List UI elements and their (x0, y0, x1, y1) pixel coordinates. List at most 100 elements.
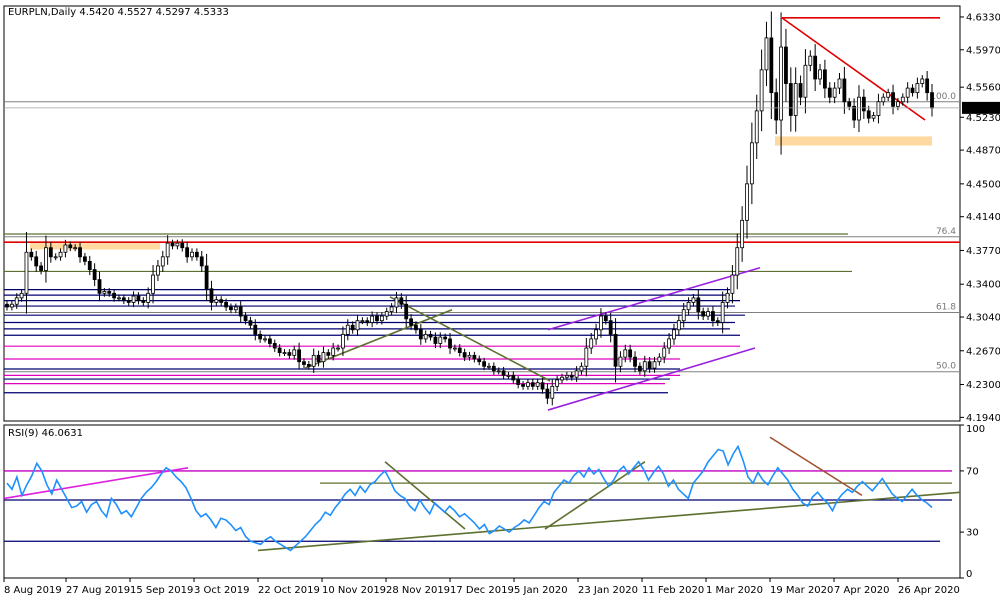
symbol-label: EURPLN,Daily (8, 7, 79, 18)
x-axis-label: 3 Oct 2019 (194, 585, 249, 596)
candle-body (292, 349, 297, 356)
candle-body (345, 324, 350, 335)
candle-body (886, 92, 891, 98)
candle-body (642, 361, 647, 372)
candle-body (608, 320, 613, 335)
candle-body (302, 361, 306, 365)
candle-body (701, 311, 706, 317)
candle-body (443, 336, 448, 340)
candle-body (896, 101, 900, 107)
candle-body (657, 356, 662, 363)
candle-body (628, 349, 633, 358)
rsi-title: RSI(9) 46.0631 (8, 428, 83, 439)
candle-body (540, 382, 545, 390)
candle-body (404, 303, 409, 320)
candle-body (5, 303, 9, 308)
candle-body (545, 388, 550, 399)
candle-body (506, 374, 511, 377)
x-axis-label: 10 Nov 2019 (322, 585, 386, 596)
candle-body (375, 315, 379, 322)
candle-body (594, 329, 598, 340)
rsi-y-tick-label: 70 (966, 466, 979, 477)
candle-body (63, 244, 68, 253)
candle-body (433, 336, 438, 344)
candle-body (39, 265, 43, 271)
candle-body (272, 343, 277, 349)
candle-body (827, 87, 832, 98)
candle-body (555, 379, 560, 387)
price-y-tick-label: 4.4870 (966, 146, 1000, 157)
rsi-trend-brown (769, 436, 863, 497)
candle-body (491, 365, 496, 372)
candle-body (920, 78, 925, 84)
candle-body (925, 78, 930, 94)
candle-body (876, 101, 881, 116)
candle-body (676, 320, 681, 331)
candle-body (341, 333, 345, 349)
candle-body (87, 260, 92, 270)
chart-header: EURPLN,Daily 4.5420 4.5527 4.5297 4.5333 (8, 7, 229, 18)
price-y-tick-label: 4.1940 (966, 413, 1000, 424)
candle-body (423, 333, 428, 340)
candle-body (822, 69, 827, 89)
candle-body (448, 338, 452, 349)
price-y-tick-label: 4.4140 (966, 212, 1000, 223)
candle-body (136, 295, 141, 302)
price-y-tick-label: 4.2670 (966, 346, 1000, 357)
candle-body (637, 365, 642, 372)
candle-body (457, 347, 462, 353)
candle-body (861, 96, 866, 112)
candle-body (107, 291, 112, 294)
candle-body (930, 92, 934, 109)
rsi-trend-magenta (3, 467, 189, 500)
candle-body (915, 83, 920, 94)
candle-body (326, 352, 331, 356)
candle-body (871, 115, 876, 119)
x-axis-label: 7 Apr 2020 (834, 585, 889, 596)
candle-body (360, 320, 365, 323)
fib-level-label: 61.8 (936, 302, 956, 312)
candle-body (78, 247, 82, 258)
candle-body (277, 347, 282, 353)
rsi-trend-olive (384, 461, 466, 530)
candle-body (370, 315, 375, 323)
candle-body (652, 361, 657, 369)
candle-body (160, 256, 165, 267)
candle-body (711, 311, 715, 322)
candle-body (832, 87, 837, 98)
candle-body (745, 183, 749, 221)
fib-level-label: 50.0 (936, 362, 956, 372)
candle-body (769, 37, 774, 94)
candle-body (68, 244, 73, 249)
support-band-right (775, 136, 932, 146)
candle-body (526, 382, 530, 387)
candle-body (774, 92, 779, 121)
candle-body (788, 83, 793, 116)
candle-body (564, 374, 569, 378)
x-axis-label: 17 Dec 2019 (450, 585, 514, 596)
candle-body (418, 329, 423, 340)
candle-body (618, 356, 623, 367)
candle-body (842, 78, 847, 103)
rsi-pane-frame (3, 424, 961, 579)
candle-body (511, 374, 516, 381)
price-y-tick-label: 4.3400 (966, 280, 1000, 291)
candle-body (102, 291, 107, 294)
candle-body (34, 256, 39, 267)
candle-body (14, 297, 19, 305)
candle-body (560, 376, 564, 381)
candle-body (379, 315, 384, 322)
candle-body (58, 251, 63, 258)
candle-body (438, 336, 443, 344)
candle-body (92, 269, 97, 281)
rsi-y-tick-label: 0 (966, 569, 972, 580)
candle-body (219, 299, 224, 303)
candle-body (428, 333, 433, 338)
candle-body (579, 365, 584, 372)
candle-body (472, 354, 477, 360)
candle-body (740, 219, 745, 249)
candle-body (287, 352, 292, 356)
candle-body (599, 315, 603, 331)
candle-body (336, 347, 340, 350)
chart-canvas[interactable]: 4.63304.59704.55604.52304.48704.45004.41… (0, 0, 1000, 600)
